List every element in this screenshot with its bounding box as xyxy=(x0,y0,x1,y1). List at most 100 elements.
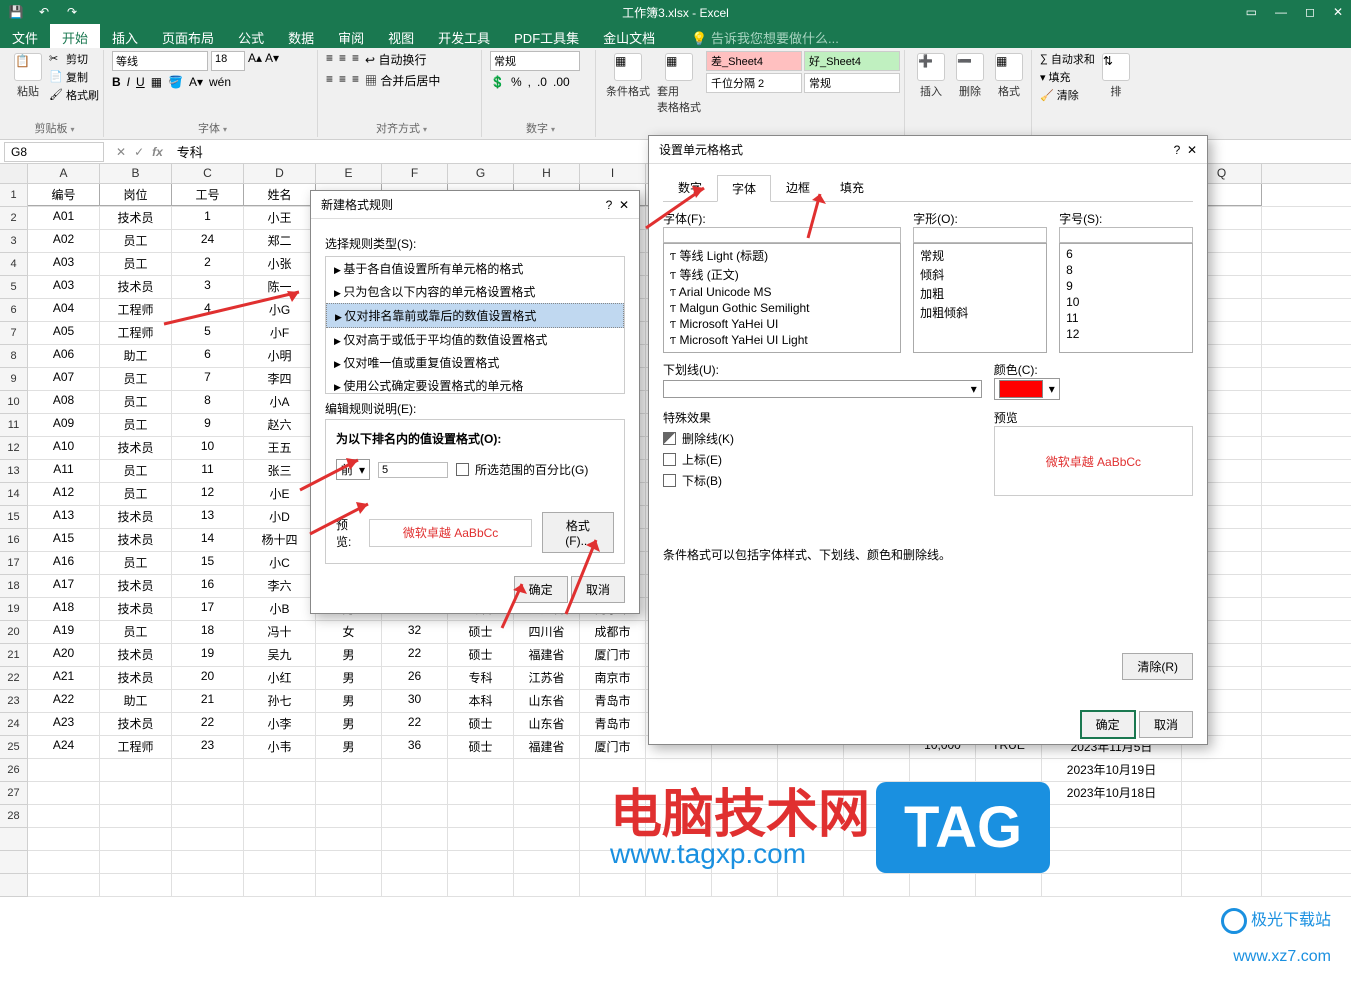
row-header[interactable]: 20 xyxy=(0,621,28,644)
row-header[interactable] xyxy=(0,874,28,897)
save-icon[interactable]: 💾 xyxy=(8,4,24,20)
cell[interactable]: 员工 xyxy=(100,253,172,275)
rule-type-item[interactable]: 基于各自值设置所有单元格的格式 xyxy=(326,257,624,280)
cell[interactable]: 硕士 xyxy=(448,621,514,643)
cell[interactable]: 21 xyxy=(172,690,244,712)
cell[interactable]: 技术员 xyxy=(100,529,172,551)
row-header[interactable]: 19 xyxy=(0,598,28,621)
cell[interactable] xyxy=(514,782,580,804)
cell[interactable]: A13 xyxy=(28,506,100,528)
cell[interactable] xyxy=(28,828,100,850)
cell[interactable] xyxy=(646,782,712,804)
cell[interactable] xyxy=(382,828,448,850)
cell[interactable]: 9 xyxy=(172,414,244,436)
cell[interactable] xyxy=(976,874,1042,896)
list-item[interactable]: 10 xyxy=(1062,294,1190,310)
ok-button[interactable]: 确定 xyxy=(514,576,568,603)
cancel-button[interactable]: 取消 xyxy=(571,576,625,603)
tab-data[interactable]: 数据 xyxy=(276,24,326,48)
cell[interactable] xyxy=(580,782,646,804)
cell[interactable] xyxy=(778,874,844,896)
cell[interactable]: 硕士 xyxy=(448,644,514,666)
cell[interactable]: 成都市 xyxy=(580,621,646,643)
table-format-button[interactable]: ▦套用 表格格式 xyxy=(655,51,703,117)
row-header[interactable]: 4 xyxy=(0,253,28,276)
accept-formula-icon[interactable]: ✓ xyxy=(134,145,144,159)
cell[interactable]: A23 xyxy=(28,713,100,735)
cell[interactable] xyxy=(1182,782,1262,804)
tab-border[interactable]: 边框 xyxy=(771,174,825,201)
row-header[interactable]: 21 xyxy=(0,644,28,667)
redo-icon[interactable]: ↷ xyxy=(64,4,80,20)
cell[interactable] xyxy=(976,759,1042,781)
col-header[interactable]: G xyxy=(448,164,514,183)
cell[interactable] xyxy=(844,782,910,804)
row-header[interactable]: 13 xyxy=(0,460,28,483)
cell[interactable]: 工程师 xyxy=(100,299,172,321)
cell[interactable]: 20 xyxy=(172,667,244,689)
style-item[interactable]: 差_Sheet4 xyxy=(706,51,802,71)
cell[interactable]: 8 xyxy=(172,391,244,413)
list-item[interactable]: 11 xyxy=(1062,310,1190,326)
cell[interactable]: A12 xyxy=(28,483,100,505)
merge-center[interactable]: ▦ 合并后居中 xyxy=(365,72,440,89)
cell[interactable]: 员工 xyxy=(100,483,172,505)
cell[interactable] xyxy=(514,805,580,827)
cell[interactable]: 23 xyxy=(172,736,244,758)
row-header[interactable]: 2 xyxy=(0,207,28,230)
strike-checkbox[interactable]: 删除线(K) xyxy=(663,430,982,447)
font-color-icon[interactable]: A▾ xyxy=(189,75,203,89)
cell[interactable] xyxy=(382,851,448,873)
align-center-icon[interactable]: ≡ xyxy=(339,72,346,89)
row-header[interactable]: 8 xyxy=(0,345,28,368)
cell[interactable]: 2 xyxy=(172,253,244,275)
cell[interactable] xyxy=(244,759,316,781)
currency-icon[interactable]: 💲 xyxy=(490,75,505,89)
align-left-icon[interactable]: ≡ xyxy=(326,72,333,89)
cell[interactable] xyxy=(514,851,580,873)
cell[interactable]: 16 xyxy=(172,575,244,597)
cell[interactable]: A24 xyxy=(28,736,100,758)
font-style-input[interactable] xyxy=(913,227,1047,243)
clear-button[interactable]: 🧹 清除 xyxy=(1040,87,1095,103)
underline-icon[interactable]: U xyxy=(136,75,145,89)
paste-button[interactable]: 📋粘贴 xyxy=(10,51,46,101)
select-all-corner[interactable] xyxy=(0,164,28,183)
cell[interactable]: 小E xyxy=(244,483,316,505)
cell[interactable]: 工号 xyxy=(172,184,244,206)
cell[interactable] xyxy=(448,782,514,804)
cell[interactable] xyxy=(28,851,100,873)
list-item[interactable]: Ƭ 等线 Light (标题) xyxy=(666,246,898,265)
cell[interactable] xyxy=(580,851,646,873)
row-header[interactable]: 17 xyxy=(0,552,28,575)
format-button[interactable]: ▦格式 xyxy=(991,51,1027,101)
cell[interactable] xyxy=(646,851,712,873)
format-painter-button[interactable]: 🖌格式刷 xyxy=(49,87,99,103)
cell[interactable]: A06 xyxy=(28,345,100,367)
cell[interactable] xyxy=(580,805,646,827)
cell[interactable] xyxy=(316,828,382,850)
insert-button[interactable]: ➕插入 xyxy=(913,51,949,101)
cell[interactable] xyxy=(382,782,448,804)
cell[interactable]: 技术员 xyxy=(100,667,172,689)
percent-checkbox[interactable]: 所选范围的百分比(G) xyxy=(456,461,588,478)
rule-type-list[interactable]: 基于各自值设置所有单元格的格式只为包含以下内容的单元格设置格式仅对排名靠前或靠后… xyxy=(325,256,625,394)
row-header[interactable]: 23 xyxy=(0,690,28,713)
list-item[interactable]: 6 xyxy=(1062,246,1190,262)
rule-type-item[interactable]: 只为包含以下内容的单元格设置格式 xyxy=(326,280,624,303)
cell[interactable]: 员工 xyxy=(100,621,172,643)
list-item[interactable]: 加粗 xyxy=(916,284,1044,303)
cell[interactable]: 技术员 xyxy=(100,506,172,528)
cell[interactable]: 助工 xyxy=(100,690,172,712)
col-header[interactable]: E xyxy=(316,164,382,183)
cell[interactable] xyxy=(448,759,514,781)
cancel-formula-icon[interactable]: ✕ xyxy=(116,145,126,159)
cell[interactable] xyxy=(910,805,976,827)
minimize-icon[interactable]: ▭ xyxy=(1246,5,1257,19)
cell[interactable]: 厦门市 xyxy=(580,736,646,758)
ribbon-opts-icon[interactable]: — xyxy=(1275,5,1287,19)
cell[interactable] xyxy=(244,874,316,896)
cell[interactable] xyxy=(100,805,172,827)
cell[interactable] xyxy=(382,759,448,781)
cell[interactable] xyxy=(316,759,382,781)
